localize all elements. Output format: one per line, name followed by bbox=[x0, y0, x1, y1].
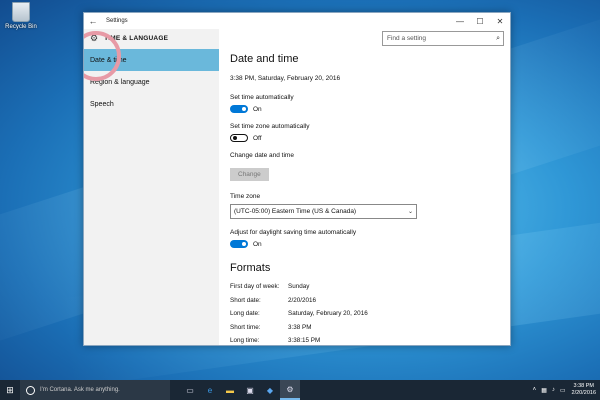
format-label: Long time: bbox=[230, 337, 260, 345]
sidebar-item-region-language[interactable]: Region & language bbox=[84, 71, 219, 93]
dropbox-icon[interactable]: ◆ bbox=[260, 380, 280, 400]
task-view-icon[interactable]: ▭ bbox=[180, 380, 200, 400]
file-explorer-icon[interactable]: ▬ bbox=[220, 380, 240, 400]
format-label: Short date: bbox=[230, 296, 261, 304]
current-datetime: 3:38 PM, Saturday, February 20, 2016 bbox=[230, 75, 341, 82]
format-row: Long time: 3:38:15 PM bbox=[230, 334, 500, 345]
title-bar: ← Settings — ☐ ✕ bbox=[84, 13, 510, 29]
format-row: Long date: Saturday, February 20, 2016 bbox=[230, 307, 500, 321]
format-value: 2/20/2016 bbox=[288, 296, 317, 304]
format-value: Saturday, February 20, 2016 bbox=[288, 310, 368, 318]
chevron-down-icon: ⌄ bbox=[407, 209, 413, 215]
set-time-auto-label: Set time automatically bbox=[230, 94, 294, 101]
cortana-icon bbox=[26, 385, 35, 395]
change-datetime-label: Change date and time bbox=[230, 152, 294, 159]
page-title: Date and time bbox=[230, 53, 299, 65]
system-tray: ˄ ▦ ♪ ▭ 3:38 PM 2/20/2016 bbox=[528, 380, 596, 400]
window-title: Settings bbox=[106, 18, 128, 24]
settings-window: ← Settings — ☐ ✕ ⚙ TIME & LANGUAGE Date … bbox=[83, 12, 511, 346]
dst-toggle[interactable] bbox=[230, 240, 248, 248]
windows-start-icon[interactable]: ⊞ bbox=[0, 380, 20, 400]
cortana-placeholder: I'm Cortana. Ask me anything. bbox=[40, 387, 120, 393]
maximize-button[interactable]: ☐ bbox=[470, 13, 490, 29]
toggle-state: Off bbox=[253, 134, 262, 142]
search-icon[interactable]: ⌕ bbox=[496, 35, 503, 43]
dst-label: Adjust for daylight saving time automati… bbox=[230, 229, 357, 236]
recycle-bin-label: Recycle Bin bbox=[5, 24, 37, 30]
chevron-up-icon[interactable]: ˄ bbox=[533, 387, 537, 393]
sidebar-item-label: Speech bbox=[90, 100, 114, 108]
timezone-value: (UTC-05:00) Eastern Time (US & Canada) bbox=[234, 208, 357, 215]
action-center-icon[interactable]: ▭ bbox=[560, 387, 566, 394]
edge-browser-icon[interactable]: e bbox=[200, 380, 220, 400]
sidebar-item-label: Region & language bbox=[90, 78, 150, 86]
recycle-bin-icon bbox=[12, 2, 30, 22]
timezone-dropdown[interactable]: (UTC-05:00) Eastern Time (US & Canada) ⌄ bbox=[230, 204, 417, 219]
toggle-state: On bbox=[253, 240, 262, 248]
format-row: Short time: 3:38 PM bbox=[230, 321, 500, 335]
settings-gear-icon[interactable]: ⚙ bbox=[280, 380, 300, 400]
format-row: Short date: 2/20/2016 bbox=[230, 294, 500, 308]
formats-heading: Formats bbox=[230, 262, 271, 274]
search-box[interactable]: Find a setting ⌕ bbox=[382, 31, 504, 46]
format-value: 3:38 PM bbox=[288, 323, 312, 331]
set-time-auto-toggle[interactable] bbox=[230, 105, 248, 113]
minimize-button[interactable]: — bbox=[450, 13, 470, 29]
sidebar-item-date-time[interactable]: Date & time bbox=[84, 49, 219, 71]
back-arrow-icon[interactable]: ← bbox=[84, 16, 102, 26]
close-button[interactable]: ✕ bbox=[490, 13, 510, 29]
clock[interactable]: 3:38 PM 2/20/2016 bbox=[572, 383, 596, 397]
format-label: Short time: bbox=[230, 323, 261, 331]
gear-icon: ⚙ bbox=[90, 32, 99, 43]
taskbar: ⊞ I'm Cortana. Ask me anything. ▭ e ▬ ▣ … bbox=[0, 380, 600, 400]
cortana-search[interactable]: I'm Cortana. Ask me anything. bbox=[20, 380, 170, 400]
recycle-bin[interactable]: Recycle Bin bbox=[4, 2, 38, 30]
change-button[interactable]: Change bbox=[230, 168, 269, 181]
network-icon[interactable]: ▦ bbox=[541, 387, 547, 394]
timezone-label: Time zone bbox=[230, 193, 261, 200]
format-value: Sunday bbox=[288, 283, 310, 291]
sidebar-item-label: Date & time bbox=[90, 56, 127, 64]
sidebar-header: ⚙ TIME & LANGUAGE bbox=[84, 29, 219, 47]
format-label: Long date: bbox=[230, 310, 260, 318]
search-input[interactable]: Find a setting bbox=[383, 35, 496, 42]
format-label: First day of week: bbox=[230, 283, 280, 291]
format-row: First day of week: Sunday bbox=[230, 280, 500, 294]
app-title: TIME & LANGUAGE bbox=[104, 34, 169, 42]
clock-time: 3:38 PM bbox=[573, 383, 594, 389]
content-pane: Date and time 3:38 PM, Saturday, Februar… bbox=[230, 53, 500, 345]
volume-icon[interactable]: ♪ bbox=[552, 387, 555, 393]
store-icon[interactable]: ▣ bbox=[240, 380, 260, 400]
clock-date: 2/20/2016 bbox=[571, 390, 596, 396]
sidebar: ⚙ TIME & LANGUAGE Date & time Region & l… bbox=[84, 29, 219, 345]
sidebar-item-speech[interactable]: Speech bbox=[84, 93, 219, 115]
format-value: 3:38:15 PM bbox=[288, 337, 321, 345]
toggle-state: On bbox=[253, 105, 262, 113]
set-timezone-auto-toggle[interactable] bbox=[230, 134, 248, 142]
set-timezone-auto-label: Set time zone automatically bbox=[230, 123, 310, 130]
